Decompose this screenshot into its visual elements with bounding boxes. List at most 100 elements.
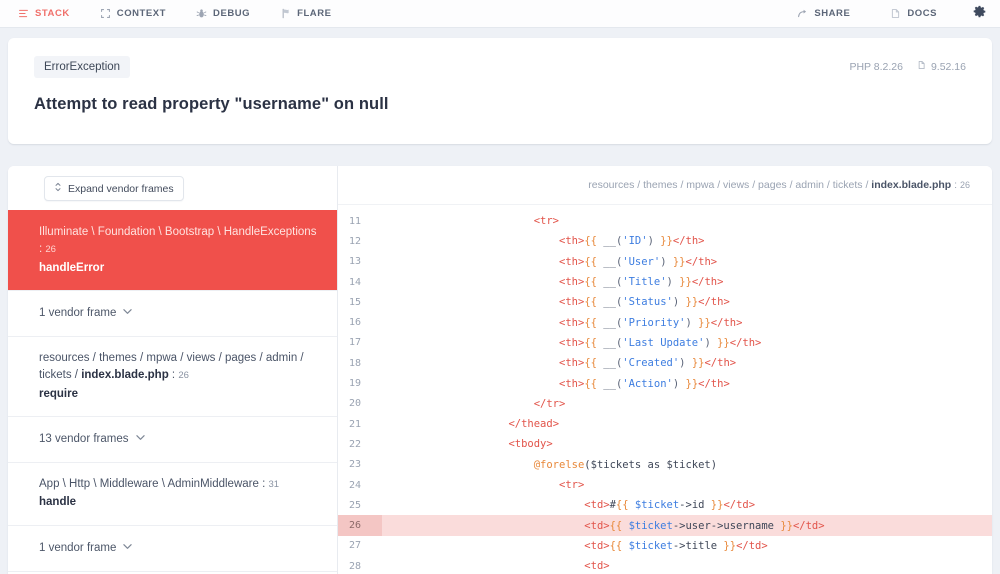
tab-flare-label: FLARE xyxy=(297,8,332,19)
chevron-down-icon xyxy=(123,305,133,322)
environment-meta: PHP 8.2.26 9.52.16 xyxy=(849,60,966,73)
code-line-source: <th>{{ __('ID') }}</th> xyxy=(559,235,705,248)
code-line: 11 <tr> xyxy=(338,211,992,231)
vendor-frames-toggle[interactable]: 1 vendor frame xyxy=(8,524,337,571)
expand-vendor-frames-button[interactable]: Expand vendor frames xyxy=(44,176,184,201)
code-line: 27 <td>{{ $ticket->title }}</td> xyxy=(338,536,992,556)
bug-icon xyxy=(196,8,208,20)
expand-arrows-icon xyxy=(54,182,62,195)
code-line: 17 <th>{{ __('Last Update') }}</th> xyxy=(338,333,992,353)
code-line-source: <th>{{ __('Title') }}</th> xyxy=(559,276,724,289)
expand-vendor-frames-label: Expand vendor frames xyxy=(68,182,174,195)
code-line-number: 25 xyxy=(349,499,362,511)
stack-frame-class: App \ Http \ Middleware \ AdminMiddlewar… xyxy=(39,478,269,490)
tab-stack[interactable]: STACK xyxy=(12,8,76,20)
code-line-number: 18 xyxy=(349,357,362,369)
stack-frame-method: require xyxy=(39,387,78,400)
docs-button[interactable]: DOCS xyxy=(884,8,943,20)
stack-frame-file: index.blade.php xyxy=(81,369,169,382)
code-breadcrumb: resources / themes / mpwa / views / page… xyxy=(338,166,992,205)
nav-right-group: SHARE DOCS xyxy=(763,5,988,23)
stack-frame[interactable]: resources / themes / mpwa / views / page… xyxy=(8,336,337,416)
code-line-number: 21 xyxy=(349,418,362,430)
stack-frame-line: 26 xyxy=(45,244,56,256)
code-line-source: <th>{{ __('Last Update') }}</th> xyxy=(559,336,762,349)
code-line-source: </thead> xyxy=(508,418,560,431)
share-label: SHARE xyxy=(814,8,851,19)
stack-frame-location: resources / themes / mpwa / views / page… xyxy=(39,350,317,385)
expand-vendor-frames-bar: Expand vendor frames xyxy=(8,166,337,210)
code-line: 14 <th>{{ __('Title') }}</th> xyxy=(338,272,992,292)
code-line-source: @forelse($tickets as $ticket) xyxy=(533,458,718,471)
code-breadcrumb-file: index.blade.php xyxy=(871,179,952,191)
top-navigation-bar: STACK CONTEXT DEBUG FLARE SHARE DOCS xyxy=(0,0,1000,28)
frames-sidebar: Expand vendor frames Illuminate \ Founda… xyxy=(8,166,338,574)
gear-icon xyxy=(973,5,986,23)
tab-flare[interactable]: FLARE xyxy=(274,8,337,20)
code-line: 25 <td>#{{ $ticket->id }}</td> xyxy=(338,495,992,515)
code-line: 20 </tr> xyxy=(338,394,992,414)
framework-version-group: 9.52.16 xyxy=(917,60,966,73)
code-line-number: 19 xyxy=(349,378,362,390)
stack-frame-location: App \ Http \ Middleware \ AdminMiddlewar… xyxy=(39,476,317,493)
chevron-down-icon xyxy=(135,431,145,448)
share-icon xyxy=(797,8,809,20)
code-line-source: <td> xyxy=(584,560,610,573)
vendor-frames-toggle[interactable]: 1 vendor frame xyxy=(8,289,337,336)
code-breadcrumb-line: 26 xyxy=(959,180,970,190)
code-line-source: <th>{{ __('Created') }}</th> xyxy=(559,357,737,370)
frames-list: Illuminate \ Foundation \ Bootstrap \ Ha… xyxy=(8,210,337,574)
code-line: 21 </thead> xyxy=(338,414,992,434)
vendor-frames-toggle[interactable]: 13 vendor frames xyxy=(8,415,337,462)
settings-button[interactable] xyxy=(973,5,986,23)
nav-left-group: STACK CONTEXT DEBUG FLARE xyxy=(12,8,356,20)
vendor-frames-label: 13 vendor frames xyxy=(39,432,129,445)
context-icon xyxy=(100,8,112,20)
flag-icon xyxy=(280,8,292,20)
code-line: 22 <tbody> xyxy=(338,434,992,454)
code-line-number: 11 xyxy=(349,215,362,227)
code-line-number: 27 xyxy=(349,540,362,552)
code-breadcrumb-path: resources / themes / mpwa / views / page… xyxy=(588,179,872,191)
code-line: 12 <th>{{ __('ID') }}</th> xyxy=(338,231,992,251)
code-line-number: 26 xyxy=(338,515,382,536)
stack-trace-panes: Expand vendor frames Illuminate \ Founda… xyxy=(8,166,992,574)
exception-type-badge: ErrorException xyxy=(34,56,131,78)
share-button[interactable]: SHARE xyxy=(791,8,856,20)
code-viewer: resources / themes / mpwa / views / page… xyxy=(338,166,992,574)
stack-frame[interactable]: App \ Http \ Middleware \ AdminMiddlewar… xyxy=(8,462,337,525)
code-line-number: 15 xyxy=(349,296,362,308)
laravel-icon xyxy=(917,60,927,73)
code-line-number: 13 xyxy=(349,256,362,268)
tab-debug[interactable]: DEBUG xyxy=(190,8,256,20)
tab-context[interactable]: CONTEXT xyxy=(94,8,172,20)
docs-label: DOCS xyxy=(907,8,937,19)
stack-frame-method: handle xyxy=(39,496,77,509)
code-line: 15 <th>{{ __('Status') }}</th> xyxy=(338,292,992,312)
code-line: 24 <tr> xyxy=(338,475,992,495)
code-line-number: 24 xyxy=(349,479,362,491)
code-line-number: 14 xyxy=(349,276,362,288)
code-line-source: <th>{{ __('Action') }}</th> xyxy=(559,377,730,390)
code-line-source: <td>{{ $ticket->title }}</td> xyxy=(584,539,768,552)
code-line-number: 16 xyxy=(349,317,362,329)
code-line-source: <td>#{{ $ticket->id }}</td> xyxy=(584,499,756,512)
code-line: 23 @forelse($tickets as $ticket) xyxy=(338,455,992,475)
code-line-highlighted: 26 <td>{{ $ticket->user->username }}</td… xyxy=(338,515,992,536)
code-line-source: <th>{{ __('Status') }}</th> xyxy=(559,296,730,309)
tab-debug-label: DEBUG xyxy=(213,8,251,19)
code-line-number: 22 xyxy=(349,438,362,450)
exception-header-card: ErrorException Attempt to read property … xyxy=(8,38,992,144)
chevron-down-icon xyxy=(123,540,133,557)
php-version: PHP 8.2.26 xyxy=(849,60,903,73)
stack-frame-line: 26 xyxy=(178,370,189,382)
stack-frame-selected[interactable]: Illuminate \ Foundation \ Bootstrap \ Ha… xyxy=(8,210,337,290)
code-line-number: 23 xyxy=(349,459,362,471)
framework-version-label: 9.52.16 xyxy=(930,60,966,73)
vendor-frames-label: 1 vendor frame xyxy=(39,541,117,554)
stack-frame-class: Illuminate \ Foundation \ Bootstrap \ Ha… xyxy=(39,226,317,256)
vendor-frames-label: 1 vendor frame xyxy=(39,306,117,319)
stack-frame-location: Illuminate \ Foundation \ Bootstrap \ Ha… xyxy=(39,224,317,259)
code-lines: 11 <tr> 12 <th>{{ __('ID') }}</th> 13 <th>… xyxy=(338,205,992,574)
stack-frame-sep: : xyxy=(168,369,179,382)
